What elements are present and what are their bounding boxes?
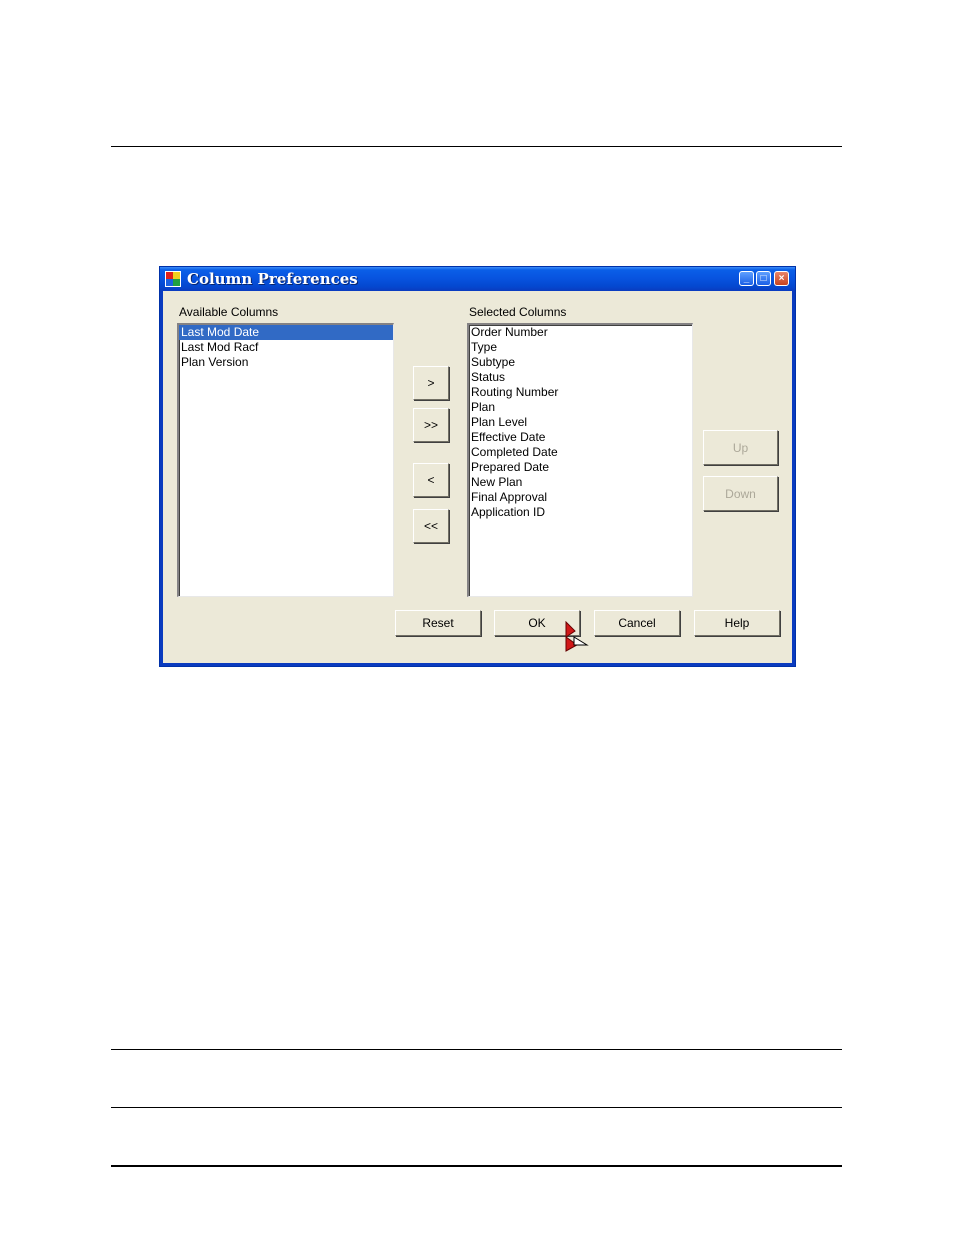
selected-columns-list[interactable]: Order Number Type Subtype Status Routing… <box>467 323 693 597</box>
add-all-button[interactable]: >> <box>413 408 449 442</box>
title-bar[interactable]: Column Preferences _ □ × <box>160 267 795 291</box>
footer-rule-2 <box>111 1107 842 1108</box>
column-preferences-dialog: Column Preferences _ □ × Available Colum… <box>159 266 796 667</box>
list-item[interactable]: Plan <box>469 400 692 415</box>
list-item[interactable]: Routing Number <box>469 385 692 400</box>
window-title: Column Preferences <box>187 270 358 288</box>
cancel-button[interactable]: Cancel <box>594 610 680 636</box>
footer-rule-1 <box>111 1049 842 1050</box>
remove-all-button[interactable]: << <box>413 509 449 543</box>
dialog-body: Available Columns Last Mod Date Last Mod… <box>163 291 792 663</box>
list-item[interactable]: Subtype <box>469 355 692 370</box>
maximize-icon: □ <box>760 273 767 284</box>
remove-button[interactable]: < <box>413 463 449 497</box>
double-chevron-right-icon: >> <box>423 418 438 432</box>
list-item[interactable]: Type <box>469 340 692 355</box>
mouse-cursor-icon <box>565 621 589 652</box>
footer-rule-3 <box>111 1165 842 1167</box>
list-item[interactable]: Plan Version <box>179 355 393 370</box>
selected-columns-label: Selected Columns <box>469 305 567 319</box>
list-item[interactable]: Last Mod Date <box>179 325 393 340</box>
close-icon: × <box>778 273 785 284</box>
list-item[interactable]: Plan Level <box>469 415 692 430</box>
list-item[interactable]: Effective Date <box>469 430 692 445</box>
list-item[interactable]: New Plan <box>469 475 692 490</box>
up-button[interactable]: Up <box>703 430 778 465</box>
list-item[interactable]: Last Mod Racf <box>179 340 393 355</box>
close-button[interactable]: × <box>774 271 789 286</box>
list-item[interactable]: Final Approval <box>469 490 692 505</box>
minimize-icon: _ <box>743 273 750 284</box>
available-columns-label: Available Columns <box>179 305 279 319</box>
available-columns-list[interactable]: Last Mod Date Last Mod Racf Plan Version <box>177 323 394 597</box>
help-button[interactable]: Help <box>694 610 780 636</box>
double-chevron-left-icon: << <box>423 519 438 533</box>
list-item[interactable]: Prepared Date <box>469 460 692 475</box>
chevron-left-icon: < <box>427 473 435 487</box>
list-item[interactable]: Status <box>469 370 692 385</box>
list-item[interactable]: Completed Date <box>469 445 692 460</box>
list-item[interactable]: Application ID <box>469 505 692 520</box>
reset-button[interactable]: Reset <box>395 610 481 636</box>
list-item[interactable]: Order Number <box>469 325 692 340</box>
top-rule <box>111 146 842 147</box>
down-button[interactable]: Down <box>703 476 778 511</box>
chevron-right-icon: > <box>427 376 435 390</box>
maximize-button[interactable]: □ <box>756 271 771 286</box>
add-button[interactable]: > <box>413 366 449 400</box>
app-icon <box>165 271 181 287</box>
minimize-button[interactable]: _ <box>739 271 754 286</box>
